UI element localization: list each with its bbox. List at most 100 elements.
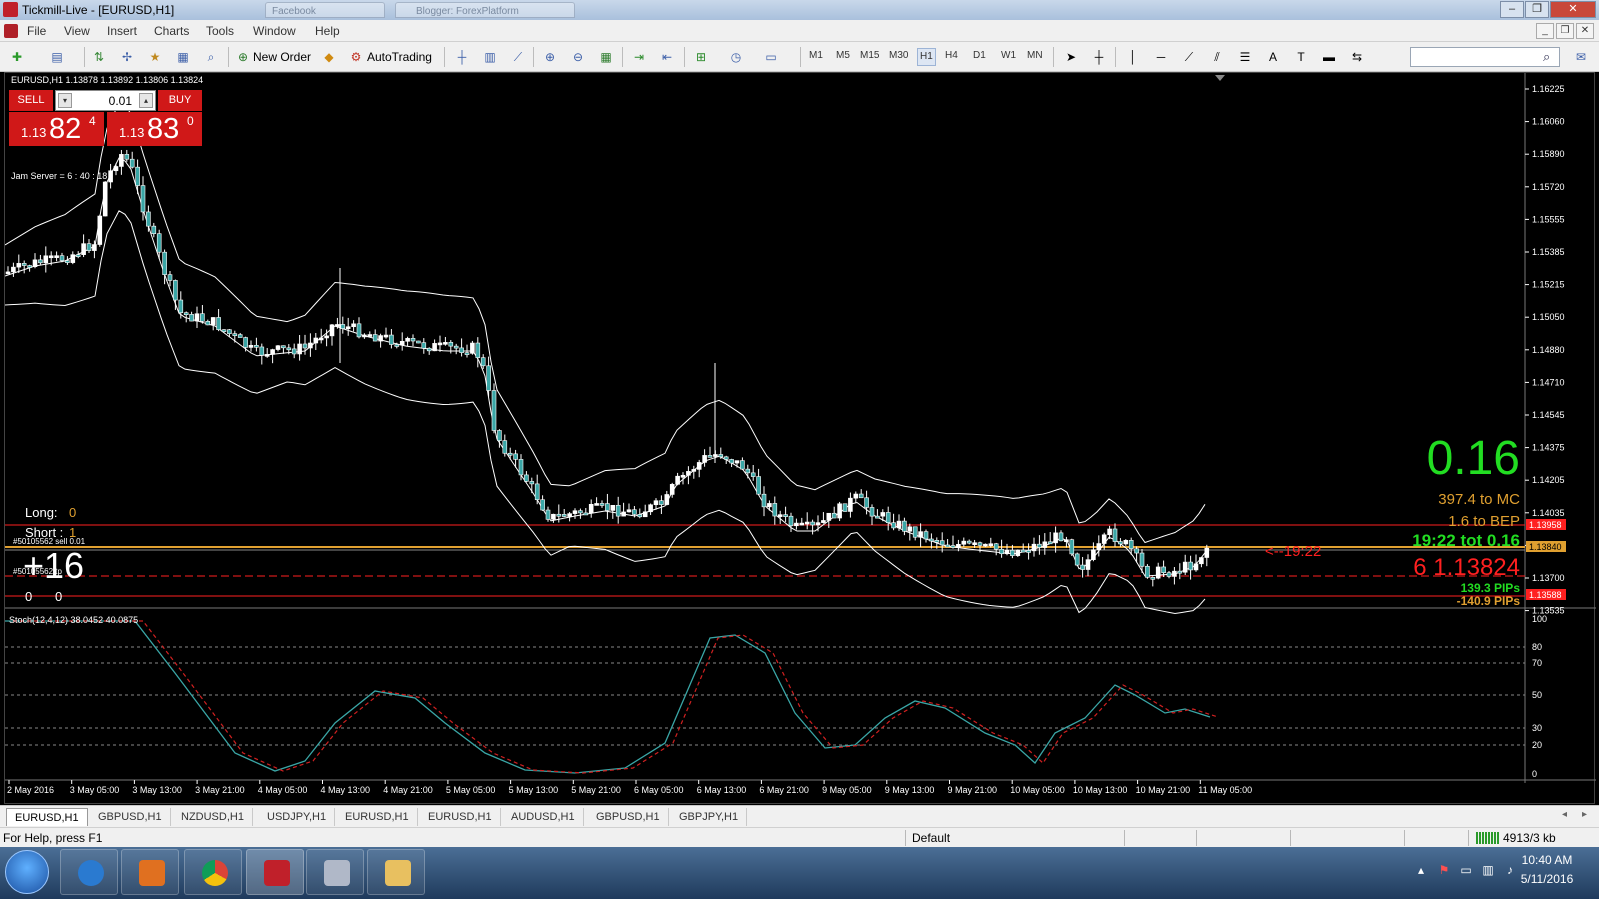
menu-file[interactable]: File [27, 24, 46, 38]
clock-date[interactable]: 5/11/2016 [1512, 872, 1582, 886]
candle-body [286, 347, 292, 351]
candle-body [588, 504, 594, 514]
chart-window[interactable]: 1.16225 1.16060 1.15890 1.15720 1.15555 1.153… [4, 72, 1596, 805]
tab-nzdusd-h1[interactable]: NZDUSD,H1 [173, 808, 253, 826]
timeframe-w1[interactable]: W1 [1001, 50, 1016, 61]
tray-network-icon[interactable]: ▥ [1480, 863, 1496, 879]
data-window-icon[interactable]: ✢ [118, 48, 136, 66]
taskbar-chrome[interactable] [184, 849, 242, 895]
timeframe-m15[interactable]: M15 [860, 50, 879, 61]
clock-time[interactable]: 10:40 AM [1512, 853, 1582, 867]
chart-shift-icon[interactable]: ⇥ [630, 48, 648, 66]
autotrading-icon[interactable]: ⚙ [347, 48, 365, 66]
navigator-icon[interactable]: ★ [146, 48, 164, 66]
buy-price-button[interactable]: 1.13 83 0 [107, 112, 202, 146]
tab-gbpjpy-h1[interactable]: GBPJPY,H1 [671, 808, 748, 826]
lot-increase-button[interactable]: ▴ [139, 93, 153, 108]
timeframe-m1[interactable]: M1 [809, 50, 823, 61]
price-axis-label: 1.15720 [1532, 182, 1565, 192]
terminal-icon[interactable]: ▦ [174, 48, 192, 66]
new-chart-icon[interactable]: ✚ [8, 48, 26, 66]
fibonacci-icon[interactable]: ☰ [1236, 48, 1254, 66]
menu-help[interactable]: Help [315, 24, 340, 38]
text-label-icon[interactable]: T [1292, 48, 1310, 66]
close-button[interactable]: ✕ [1550, 1, 1596, 18]
timeframe-h1[interactable]: H1 [917, 48, 936, 66]
taskbar-ie[interactable] [60, 849, 118, 895]
chart-shift-marker[interactable] [1215, 75, 1225, 81]
tab-eurusd-h1[interactable]: EURUSD,H1 [6, 808, 88, 826]
minimize-button[interactable]: ‒ [1500, 1, 1524, 18]
vertical-line-icon[interactable]: │ [1124, 48, 1142, 66]
menu-window[interactable]: Window [253, 24, 296, 38]
profiles-icon[interactable]: ▤ [48, 48, 66, 66]
candle-body [65, 260, 70, 263]
candle-body [729, 459, 734, 464]
mdi-minimize-button[interactable]: _ [1536, 23, 1554, 39]
text-icon[interactable]: A [1264, 48, 1282, 66]
timeframe-m5[interactable]: M5 [836, 50, 850, 61]
tab-eurusd-h1[interactable]: EURUSD,H1 [337, 808, 418, 826]
candle-body [167, 274, 173, 281]
timeframe-d1[interactable]: D1 [973, 50, 986, 61]
tray-arrow-icon[interactable]: ▴ [1413, 863, 1429, 879]
periods-icon[interactable]: ◷ [727, 48, 745, 66]
autotrading-button[interactable]: AutoTrading [367, 50, 432, 64]
menu-tools[interactable]: Tools [206, 24, 234, 38]
timeframe-h4[interactable]: H4 [945, 50, 958, 61]
channel-icon[interactable]: ⫽ [1208, 48, 1226, 66]
autoscroll-icon[interactable]: ⇤ [658, 48, 676, 66]
tab-gbpusd-h1[interactable]: GBPUSD,H1 [90, 808, 171, 826]
menu-view[interactable]: View [64, 24, 90, 38]
buy-button[interactable]: BUY [158, 90, 202, 111]
tile-windows-icon[interactable]: ▦ [597, 48, 615, 66]
taskbar-explorer[interactable] [367, 849, 425, 895]
taskbar-media[interactable] [121, 849, 179, 895]
sell-price-button[interactable]: 1.13 82 4 [9, 112, 104, 146]
new-order-icon[interactable]: ⊕ [234, 48, 252, 66]
tab-usdjpy-h1[interactable]: USDJPY,H1 [259, 808, 336, 826]
new-order-button[interactable]: New Order [253, 50, 311, 64]
tab-scroll-left-icon[interactable]: ◂ [1562, 809, 1567, 820]
market-watch-icon[interactable]: ⇅ [90, 48, 108, 66]
candlestick-chart-icon[interactable]: ▥ [481, 48, 499, 66]
indicators-icon[interactable]: ⊞ [692, 48, 710, 66]
strategy-tester-icon[interactable]: ⌕ [202, 48, 220, 66]
templates-icon[interactable]: ▭ [762, 48, 780, 66]
tab-eurusd-h1[interactable]: EURUSD,H1 [420, 808, 501, 826]
search-input[interactable] [1410, 47, 1560, 67]
shapes-icon[interactable]: ⇆ [1348, 48, 1366, 66]
lot-size-field[interactable]: ▾ 0.01 ▴ [55, 90, 156, 111]
arrows-icon[interactable]: ▬ [1320, 48, 1338, 66]
lot-decrease-button[interactable]: ▾ [58, 93, 72, 108]
tray-display-icon[interactable]: ▭ [1458, 863, 1474, 879]
chat-icon[interactable]: ✉ [1572, 48, 1590, 66]
menu-insert[interactable]: Insert [107, 24, 137, 38]
zoom-in-icon[interactable]: ⊕ [541, 48, 559, 66]
tray-flag-icon[interactable]: ⚑ [1436, 863, 1452, 879]
price-chart[interactable]: 1.16225 1.16060 1.15890 1.15720 1.15555 1.153… [4, 73, 1596, 805]
search-icon[interactable]: ⌕ [1543, 49, 1559, 65]
tab-scroll-right-icon[interactable]: ▸ [1582, 809, 1587, 820]
metaeditor-icon[interactable]: ◆ [320, 48, 338, 66]
sell-button[interactable]: SELL [9, 90, 53, 111]
lot-size-value[interactable]: 0.01 [80, 94, 132, 108]
crosshair-icon[interactable]: ┼ [1090, 48, 1108, 66]
horizontal-line-icon[interactable]: ─ [1152, 48, 1170, 66]
bar-chart-icon[interactable]: ┼ [453, 48, 471, 66]
mdi-close-button[interactable]: ✕ [1576, 23, 1594, 39]
trendline-icon[interactable]: ⟋ [1180, 48, 1198, 66]
mdi-restore-button[interactable]: ❐ [1556, 23, 1574, 39]
tab-gbpusd-h1[interactable]: GBPUSD,H1 [588, 808, 669, 826]
taskbar-metatrader[interactable] [246, 849, 304, 895]
timeframe-m30[interactable]: M30 [889, 50, 908, 61]
zoom-out-icon[interactable]: ⊖ [569, 48, 587, 66]
cursor-icon[interactable]: ➤ [1062, 48, 1080, 66]
menu-charts[interactable]: Charts [154, 24, 189, 38]
taskbar-snipping[interactable] [306, 849, 364, 895]
tab-audusd-h1[interactable]: AUDUSD,H1 [503, 808, 584, 826]
timeframe-mn[interactable]: MN [1027, 50, 1043, 61]
line-chart-icon[interactable]: ⟋ [509, 48, 527, 66]
start-button[interactable] [5, 850, 49, 894]
restore-button[interactable]: ❐ [1525, 1, 1549, 18]
